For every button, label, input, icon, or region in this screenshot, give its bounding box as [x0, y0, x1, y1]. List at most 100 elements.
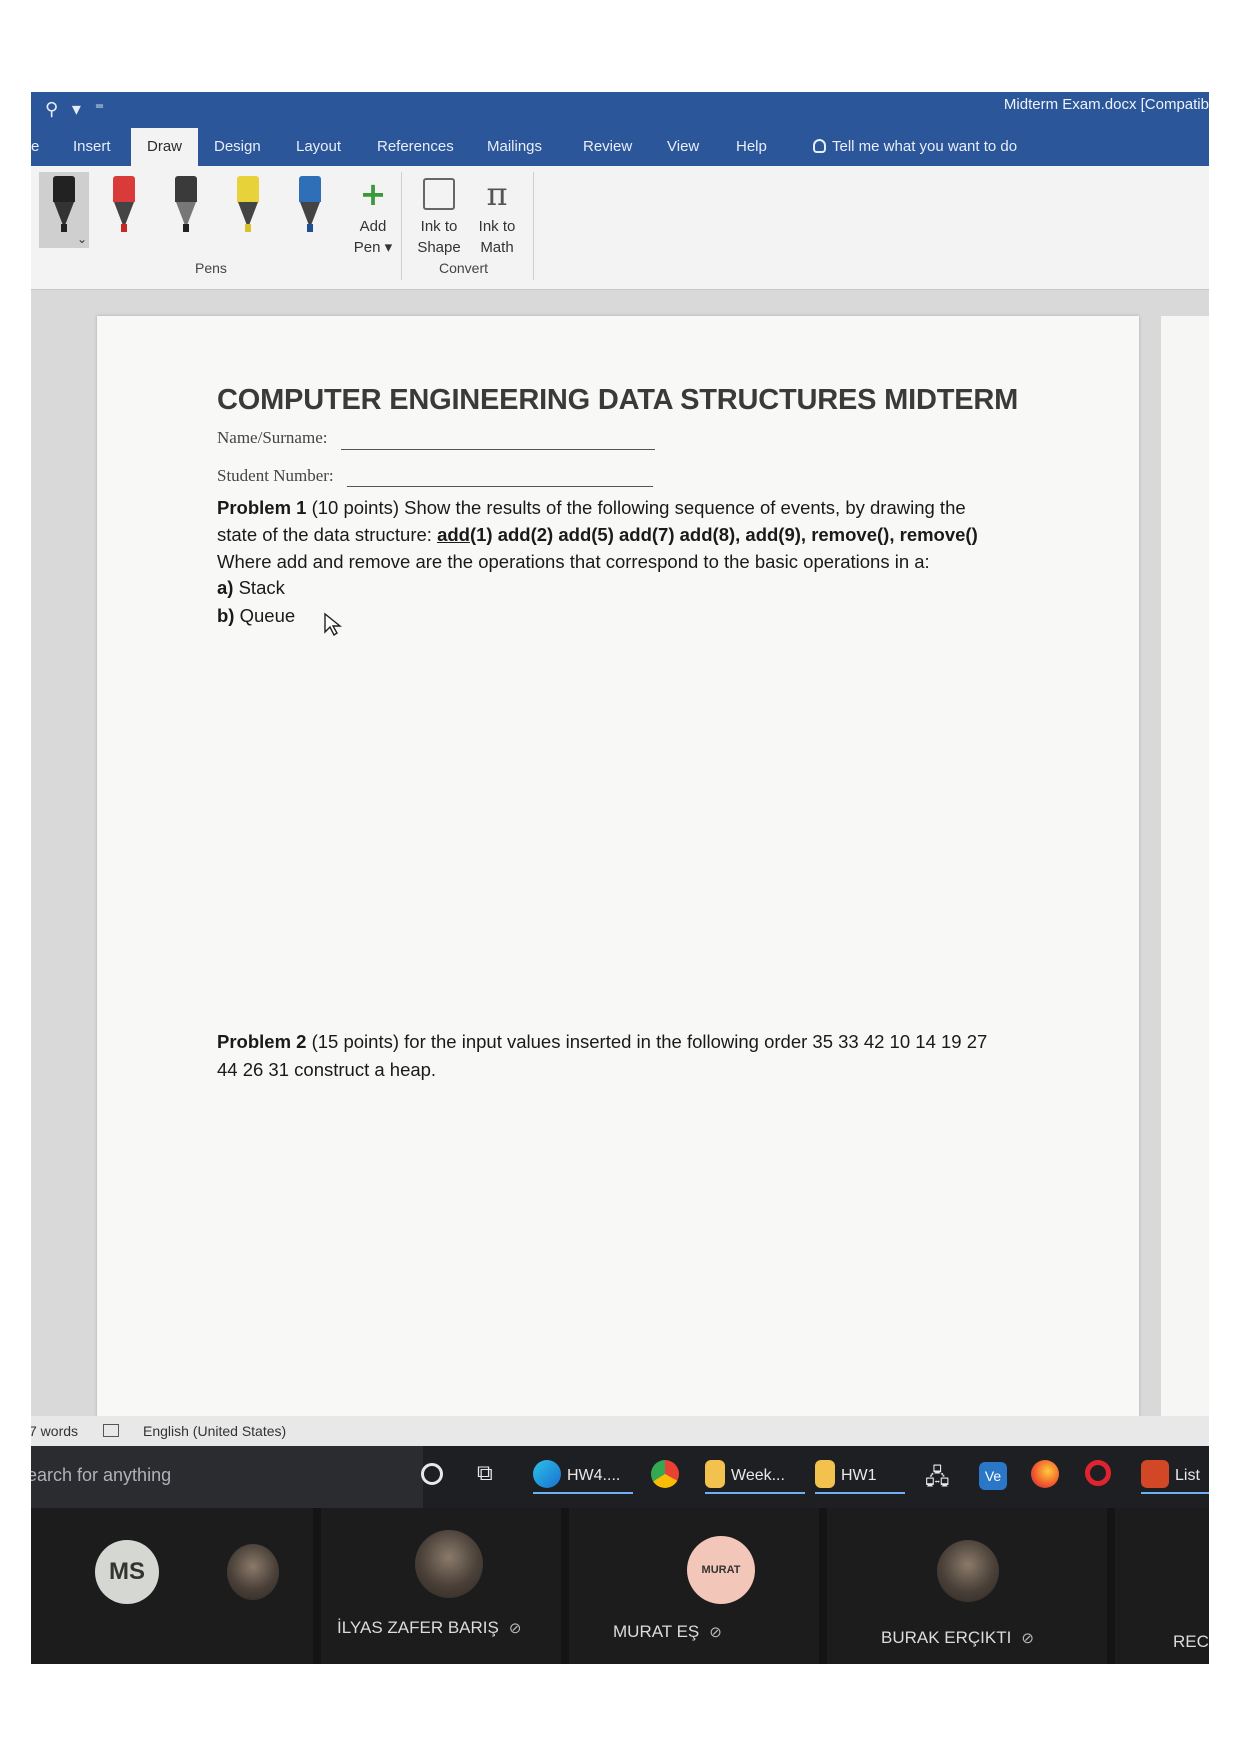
convert-group-label: Convert	[439, 260, 489, 276]
tell-me-search[interactable]: Tell me what you want to do	[813, 138, 1017, 155]
network-icon: 🖧	[925, 1464, 950, 1489]
video-call-strip: MS İLYAS ZAFER BARIŞ ⊘ MURAT MURAT EŞ ⊘ BU…	[31, 1508, 1209, 1664]
taskbar-explorer-hw1[interactable]: HW1	[815, 1460, 905, 1494]
tell-me-text: Tell me what you want to do	[832, 138, 1018, 155]
pen-red[interactable]	[111, 176, 137, 240]
tab-review[interactable]: Review	[583, 138, 632, 155]
pencil-gray[interactable]	[173, 176, 199, 240]
student-number-underline	[347, 486, 653, 487]
taskbar-edge-hw4[interactable]: HW4....	[533, 1460, 633, 1494]
cortana-circle-icon	[421, 1463, 443, 1485]
taskbar-chrome[interactable]	[651, 1460, 685, 1494]
pens-group-label: Pens	[195, 260, 227, 276]
participant-tile[interactable]: BURAK ERÇIKTI ⊘	[827, 1508, 1107, 1664]
participant-tile[interactable]: MURAT MURAT EŞ ⊘	[569, 1508, 819, 1664]
tab-insert[interactable]: Insert	[73, 138, 111, 155]
cortana-button[interactable]	[421, 1460, 449, 1494]
quick-access-toolbar: ⚲ ▾ ⁼	[45, 99, 112, 120]
pens-gallery: ⌄	[39, 172, 371, 248]
participant-name: İLYAS ZAFER BARIŞ ⊘	[337, 1618, 522, 1637]
chrome-icon	[651, 1460, 679, 1488]
ribbon-separator	[533, 172, 534, 280]
tab-home[interactable]: e	[31, 138, 39, 155]
taskbar-explorer-week[interactable]: Week...	[705, 1460, 805, 1494]
ribbon-tabs: e Insert Draw Design Layout References M…	[31, 128, 1209, 166]
mic-off-icon: ⊘	[1021, 1630, 1034, 1647]
proofing-icon[interactable]	[103, 1424, 119, 1437]
document-page[interactable]: COMPUTER ENGINEERING DATA STRUCTURES MID…	[97, 316, 1139, 1416]
add-pen-button[interactable]: + Add Pen ▾	[351, 172, 395, 258]
powerpoint-icon	[1141, 1460, 1169, 1488]
next-page-edge	[1161, 316, 1209, 1416]
tab-mailings[interactable]: Mailings	[487, 138, 542, 155]
task-view-button[interactable]: ⧉	[477, 1460, 493, 1494]
pen-dropdown-icon[interactable]: ⌄	[77, 232, 87, 246]
tab-draw[interactable]: Draw	[131, 128, 199, 166]
screen: ⚲ ▾ ⁼ Midterm Exam.docx [Compatib e Inse…	[31, 92, 1209, 1664]
problem-1-line-2: state of the data structure: add(1) add(…	[217, 524, 978, 545]
student-number-label: Student Number:	[217, 466, 334, 485]
ink-to-math-button[interactable]: π Ink to Math	[469, 172, 525, 258]
touch-mode-icon[interactable]: ⚲	[45, 99, 58, 120]
plus-icon: +	[359, 175, 387, 213]
ribbon-draw: ⌄ Pens + Add Pen ▾ Ink to Shape π Ink to…	[31, 166, 1209, 290]
name-surname-label: Name/Surname:	[217, 428, 328, 447]
avatar: MURAT	[687, 1536, 755, 1604]
participant-name: MURAT EŞ ⊘	[613, 1622, 722, 1641]
taskbar-firefox[interactable]	[1031, 1460, 1065, 1494]
participant-tile[interactable]: RECEP	[1115, 1508, 1209, 1664]
document-title: Midterm Exam.docx [Compatib	[1003, 96, 1209, 113]
pen-blue[interactable]	[297, 176, 323, 240]
mic-off-icon: ⊘	[709, 1624, 722, 1641]
avatar: MS	[95, 1540, 159, 1604]
opera-icon	[1085, 1460, 1111, 1486]
option-b: b) Queue	[217, 605, 296, 626]
tab-layout[interactable]: Layout	[296, 138, 341, 155]
title-bar: ⚲ ▾ ⁼ Midterm Exam.docx [Compatib	[31, 92, 1209, 128]
page-title: COMPUTER ENGINEERING DATA STRUCTURES MID…	[217, 384, 1019, 416]
tab-design[interactable]: Design	[214, 138, 261, 155]
participant-name: RECEP	[1173, 1632, 1209, 1651]
name-underline	[341, 449, 655, 450]
avatar	[415, 1530, 483, 1598]
problem-1-line-1: Problem 1 (10 points) Show the results o…	[217, 497, 966, 518]
mic-off-icon: ⊘	[508, 1620, 522, 1637]
participant-tile[interactable]: İLYAS ZAFER BARIŞ ⊘	[321, 1508, 561, 1664]
problem-1-line-3: Where add and remove are the operations …	[217, 551, 930, 572]
task-view-icon: ⧉	[477, 1460, 493, 1485]
problem-2-line-2: 44 26 31 construct a heap.	[217, 1059, 437, 1080]
vscode-icon: Ve	[979, 1462, 1007, 1490]
status-bar: 7 words English (United States)	[31, 1416, 1209, 1446]
taskbar: earch for anything ⧉ HW4.... Week... HW1…	[31, 1446, 1209, 1508]
search-placeholder: earch for anything	[31, 1465, 172, 1485]
tab-references[interactable]: References	[377, 138, 454, 155]
participant-tile-ms[interactable]: MS	[31, 1508, 313, 1664]
taskbar-vscode[interactable]: Ve	[979, 1460, 1013, 1494]
lightbulb-icon	[813, 139, 826, 153]
taskbar-network[interactable]: 🖧	[925, 1460, 950, 1494]
customize-qat-icon[interactable]: ⁼	[95, 99, 105, 120]
avatar	[227, 1544, 279, 1600]
qat-dropdown-icon[interactable]: ▾	[72, 99, 81, 120]
edge-icon	[533, 1460, 561, 1488]
highlighter-yellow[interactable]	[235, 176, 261, 240]
word-count[interactable]: 7 words	[31, 1423, 78, 1439]
firefox-icon	[1031, 1460, 1059, 1488]
taskbar-search[interactable]: earch for anything	[31, 1446, 423, 1508]
taskbar-powerpoint[interactable]: List	[1141, 1460, 1209, 1494]
folder-icon	[815, 1460, 835, 1488]
tab-view[interactable]: View	[667, 138, 699, 155]
mouse-cursor-icon	[324, 612, 342, 637]
problem-2-line-1: Problem 2 (15 points) for the input valu…	[217, 1031, 988, 1052]
taskbar-opera[interactable]	[1085, 1460, 1117, 1494]
option-a: a) Stack	[217, 577, 285, 598]
language-indicator[interactable]: English (United States)	[143, 1423, 286, 1439]
folder-icon	[705, 1460, 725, 1488]
ink-to-shape-button[interactable]: Ink to Shape	[411, 172, 467, 258]
avatar	[937, 1540, 999, 1602]
ribbon-separator	[401, 172, 402, 280]
tab-help[interactable]: Help	[736, 138, 767, 155]
pi-icon: π	[486, 175, 508, 213]
pen-black[interactable]	[51, 176, 77, 240]
shape-icon	[423, 178, 455, 210]
